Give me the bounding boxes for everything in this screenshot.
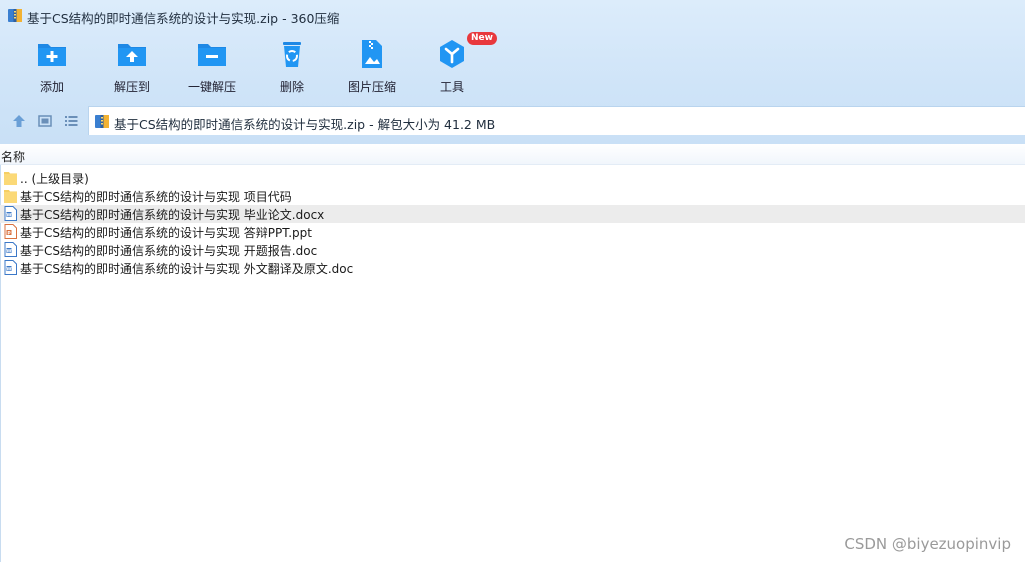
one-click-extract-icon	[198, 44, 226, 66]
svg-text:W: W	[7, 212, 12, 218]
window-title: 基于CS结构的即时通信系统的设计与实现.zip - 360压缩	[27, 11, 340, 26]
address-bar[interactable]: 基于CS结构的即时通信系统的设计与实现.zip - 解包大小为 41.2 MB	[88, 106, 1025, 135]
list-item[interactable]: W 基于CS结构的即时通信系统的设计与实现 外文翻译及原文.doc	[0, 259, 1025, 277]
list-item[interactable]: W 基于CS结构的即时通信系统的设计与实现 毕业论文.docx	[0, 205, 1025, 223]
add-button[interactable]: 添加	[12, 34, 92, 98]
delete-recycle-icon	[283, 42, 301, 67]
header-band: 基于CS结构的即时通信系统的设计与实现.zip - 360压缩 添加 解压到 一…	[0, 0, 1025, 144]
word-file-icon: W	[4, 242, 17, 257]
delete-label: 删除	[279, 80, 304, 94]
word-file-icon: W	[4, 260, 17, 275]
column-name-header[interactable]: 名称	[1, 148, 25, 165]
one-click-extract-label: 一键解压	[187, 80, 236, 94]
list-item[interactable]: W 基于CS结构的即时通信系统的设计与实现 开题报告.doc	[0, 241, 1025, 259]
up-arrow-icon[interactable]	[10, 112, 28, 130]
one-click-extract-button[interactable]: 一键解压	[172, 34, 252, 98]
tools-icon	[440, 40, 464, 68]
list-item[interactable]: P 基于CS结构的即时通信系统的设计与实现 答辩PPT.ppt	[0, 223, 1025, 241]
file-name: 基于CS结构的即时通信系统的设计与实现 答辩PPT.ppt	[20, 226, 312, 240]
tools-label: 工具	[439, 80, 464, 94]
list-item[interactable]: .. (上级目录)	[0, 169, 1025, 187]
tools-button[interactable]: New 工具	[412, 32, 497, 98]
svg-text:W: W	[7, 248, 12, 254]
extract-to-label: 解压到	[113, 80, 150, 94]
column-header: 名称	[0, 144, 1025, 165]
file-name: 基于CS结构的即时通信系统的设计与实现 毕业论文.docx	[20, 208, 325, 222]
list-item[interactable]: 基于CS结构的即时通信系统的设计与实现 项目代码	[0, 187, 1025, 205]
list-view-icon[interactable]	[62, 112, 80, 130]
file-name: 基于CS结构的即时通信系统的设计与实现 外文翻译及原文.doc	[20, 262, 354, 276]
ppt-file-icon: P	[4, 224, 17, 239]
word-file-icon: W	[4, 206, 17, 221]
add-folder-icon	[38, 44, 66, 66]
svg-text:W: W	[7, 266, 12, 272]
file-name: .. (上级目录)	[20, 172, 89, 186]
new-badge: New	[467, 32, 497, 45]
add-button-label: 添加	[39, 80, 64, 94]
extract-to-icon	[118, 44, 146, 66]
navigation-bar: 基于CS结构的即时通信系统的设计与实现.zip - 解包大小为 41.2 MB	[0, 106, 1025, 136]
watermark: CSDN @biyezuopinvip	[844, 535, 1011, 553]
zip-archive-icon	[95, 115, 109, 128]
archive-path: 基于CS结构的即时通信系统的设计与实现.zip - 解包大小为 41.2 MB	[114, 117, 496, 132]
file-name: 基于CS结构的即时通信系统的设计与实现 开题报告.doc	[20, 244, 318, 258]
toolbar: 添加 解压到 一键解压 删除 图片压缩 New 工具	[0, 32, 1025, 100]
thumbnail-view-icon[interactable]	[36, 112, 54, 130]
folder-icon	[4, 170, 17, 185]
image-compress-label: 图片压缩	[347, 80, 396, 94]
image-compress-button[interactable]: 图片压缩	[332, 34, 412, 98]
folder-icon	[4, 188, 17, 203]
delete-button[interactable]: 删除	[252, 34, 332, 98]
title-bar: 基于CS结构的即时通信系统的设计与实现.zip - 360压缩	[0, 0, 1025, 32]
extract-to-button[interactable]: 解压到	[92, 34, 172, 98]
image-compress-icon	[362, 40, 382, 68]
zip-archive-icon	[8, 9, 22, 22]
file-name: 基于CS结构的即时通信系统的设计与实现 项目代码	[20, 190, 292, 204]
